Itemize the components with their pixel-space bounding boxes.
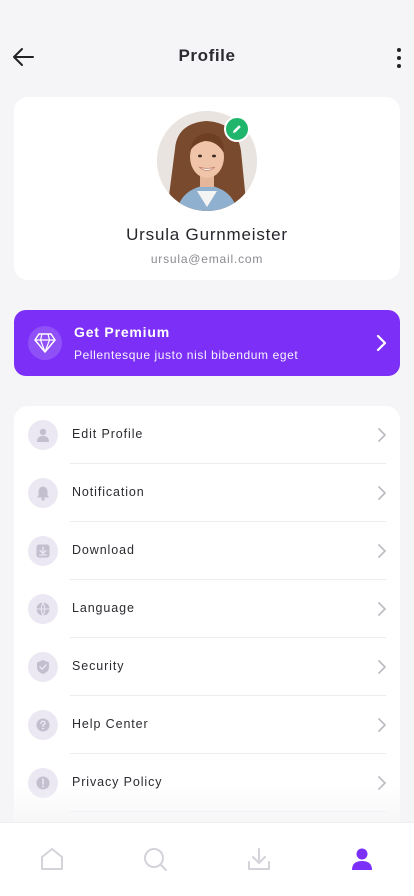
download-icon bbox=[248, 848, 270, 870]
user-name: Ursula Gurnmeister bbox=[126, 225, 288, 244]
user-icon bbox=[28, 420, 58, 450]
dot bbox=[397, 64, 401, 68]
edit-avatar-button[interactable] bbox=[224, 116, 250, 142]
menu-item-label: Help Center bbox=[72, 717, 149, 731]
menu-item-edit-profile[interactable]: Edit Profile bbox=[14, 406, 400, 464]
menu-item-security[interactable]: Security bbox=[14, 638, 400, 696]
chevron-right-icon bbox=[378, 428, 386, 442]
chevron-right-icon bbox=[378, 486, 386, 500]
menu-item-help-center[interactable]: Help Center bbox=[14, 696, 400, 754]
nav-profile-button[interactable] bbox=[348, 845, 376, 873]
more-options-button[interactable] bbox=[392, 44, 406, 72]
user-email: ursula@email.com bbox=[150, 252, 264, 266]
menu-item-label: Download bbox=[72, 543, 135, 557]
chevron-right-icon bbox=[376, 334, 387, 352]
nav-search-button[interactable] bbox=[141, 845, 169, 873]
search-icon bbox=[144, 848, 167, 871]
dot bbox=[397, 56, 401, 60]
chevron-right-icon bbox=[378, 718, 386, 732]
diamond-icon bbox=[28, 326, 62, 360]
download-icon bbox=[28, 536, 58, 566]
pencil-icon bbox=[233, 125, 241, 133]
menu-item-label: Language bbox=[72, 601, 135, 615]
settings-menu: Edit Profile Notification Download Langu… bbox=[14, 406, 400, 846]
scroll-fade bbox=[0, 786, 414, 826]
nav-download-button[interactable] bbox=[245, 845, 273, 873]
chevron-right-icon bbox=[378, 544, 386, 558]
page-title: Profile bbox=[178, 46, 236, 65]
menu-item-label: Edit Profile bbox=[72, 427, 144, 441]
menu-item-label: Notification bbox=[72, 485, 145, 499]
app-header: Profile bbox=[0, 0, 414, 100]
dot bbox=[397, 48, 401, 52]
profile-icon bbox=[352, 848, 372, 870]
menu-item-notification[interactable]: Notification bbox=[14, 464, 400, 522]
chevron-right-icon bbox=[378, 602, 386, 616]
bell-icon bbox=[28, 478, 58, 508]
profile-card: Ursula Gurnmeister ursula@email.com bbox=[14, 97, 400, 280]
home-icon bbox=[41, 848, 63, 870]
shield-icon bbox=[28, 652, 58, 682]
nav-home-button[interactable] bbox=[38, 845, 66, 873]
chevron-right-icon bbox=[378, 660, 386, 674]
help-icon bbox=[28, 710, 58, 740]
bottom-navigation bbox=[0, 822, 414, 896]
globe-icon bbox=[28, 594, 58, 624]
premium-subtitle: Pellentesque justo nisl bibendum eget bbox=[74, 348, 299, 362]
get-premium-banner[interactable]: Get Premium Pellentesque justo nisl bibe… bbox=[14, 310, 400, 376]
menu-item-label: Security bbox=[72, 659, 125, 673]
premium-title: Get Premium bbox=[74, 324, 170, 340]
menu-item-language[interactable]: Language bbox=[14, 580, 400, 638]
menu-item-download[interactable]: Download bbox=[14, 522, 400, 580]
